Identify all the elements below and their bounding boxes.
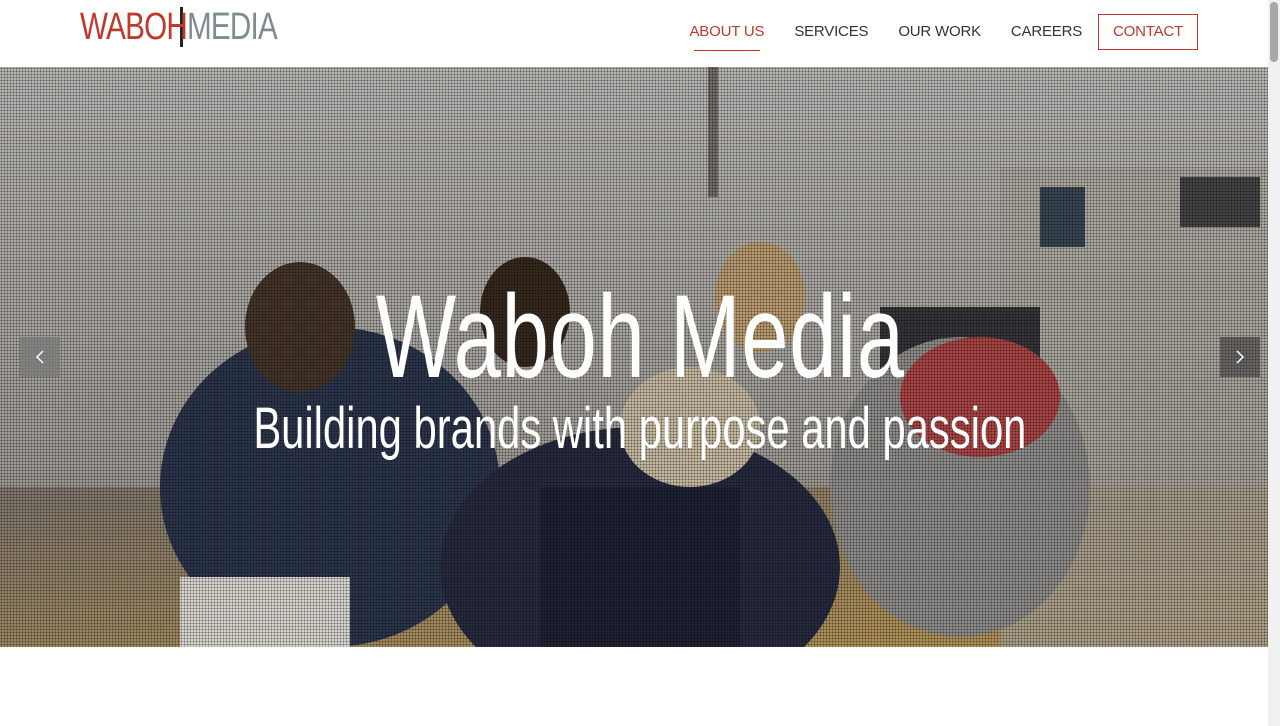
hero-title: Waboh Media	[375, 271, 905, 403]
slider-prev-button[interactable]	[20, 337, 60, 377]
site-header: WABOH MEDIA ABOUT US SERVICES OUR WORK C…	[0, 0, 1268, 67]
chevron-left-icon	[35, 350, 44, 364]
chevron-right-icon	[1236, 350, 1245, 364]
hero-subtitle: Building brands with purpose and passion	[253, 396, 1027, 461]
slider-next-button[interactable]	[1220, 337, 1260, 377]
nav-services[interactable]: SERVICES	[794, 14, 868, 50]
scrollbar-thumb[interactable]	[1270, 2, 1278, 62]
logo-text-media: MEDIA	[187, 6, 278, 48]
logo[interactable]: WABOH MEDIA	[80, 5, 278, 49]
logo-text-waboh: WABOH	[80, 6, 188, 48]
page-scrollbar[interactable]	[1268, 0, 1280, 726]
nav-our-work[interactable]: OUR WORK	[898, 14, 981, 50]
hero-slider: Waboh Media Building brands with purpose…	[0, 67, 1280, 647]
nav-careers[interactable]: CAREERS	[1011, 14, 1082, 50]
nav-about-us[interactable]: ABOUT US	[690, 14, 765, 51]
main-nav: ABOUT US SERVICES OUR WORK CAREERS CONTA…	[660, 14, 1198, 51]
contact-button[interactable]: CONTACT	[1098, 14, 1198, 50]
